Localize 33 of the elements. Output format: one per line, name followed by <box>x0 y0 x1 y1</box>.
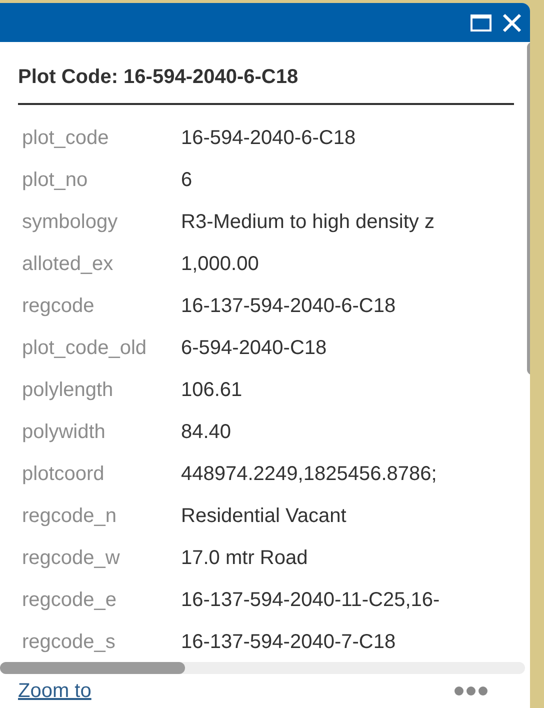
field-label: polywidth <box>21 420 106 445</box>
field-label: regcode_w <box>21 546 121 571</box>
field-value: 84.40 <box>181 420 232 445</box>
popup-title: Plot Code: 16-594-2040-6-C18 <box>18 65 300 90</box>
field-label: plot_no <box>21 168 89 193</box>
field-label: symbology <box>21 210 119 235</box>
field-value: 6 <box>181 168 192 193</box>
horizontal-scrollbar[interactable] <box>0 662 525 674</box>
field-label: regcode <box>21 294 96 319</box>
field-label: polylength <box>21 378 114 403</box>
field-label: regcode_s <box>21 630 116 655</box>
field-label: plot_code <box>21 126 110 151</box>
field-value: 106.61 <box>181 378 242 403</box>
field-value: 17.0 mtr Road <box>181 546 308 571</box>
field-value: R3-Medium to high density z <box>181 210 434 235</box>
field-label: alloted_ex <box>21 252 114 277</box>
horizontal-scrollbar-thumb[interactable] <box>0 662 185 674</box>
field-label: regcode_n <box>21 504 118 529</box>
field-value: Residential Vacant <box>181 504 346 529</box>
field-label: regcode_e <box>21 588 118 613</box>
field-value: 16-594-2040-6-C18 <box>181 126 356 151</box>
field-value: 448974.2249,1825456.8786; <box>181 462 437 487</box>
field-value: 16-137-594-2040-6-C18 <box>181 294 396 319</box>
maximize-icon[interactable] <box>470 14 492 32</box>
field-value: 1,000.00 <box>181 252 259 277</box>
field-label: plotcoord <box>21 462 106 487</box>
field-label: plot_code_old <box>21 336 148 361</box>
zoom-to-link[interactable]: Zoom to <box>18 676 92 706</box>
more-icon[interactable] <box>454 686 488 696</box>
field-value: 6-594-2040-C18 <box>181 336 327 361</box>
field-value: 16-137-594-2040-11-C25,16- <box>181 588 440 613</box>
close-icon[interactable] <box>502 12 522 32</box>
field-value: 16-137-594-2040-7-C18 <box>181 630 396 655</box>
